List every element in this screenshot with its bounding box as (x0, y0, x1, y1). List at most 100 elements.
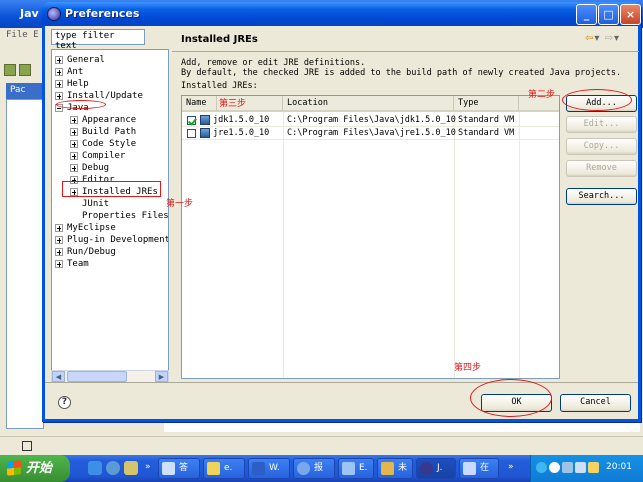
close-icon[interactable]: × (620, 4, 641, 25)
tree-item-label: Build Path (82, 127, 137, 137)
cancel-button[interactable]: Cancel (560, 394, 631, 412)
row-checkbox[interactable] (187, 129, 196, 138)
network-icon[interactable] (562, 462, 573, 473)
tree-item-compiler[interactable]: Compiler (70, 150, 125, 162)
search-button[interactable]: Search... (566, 188, 637, 205)
tray-icon[interactable] (549, 462, 560, 473)
taskbar-item[interactable]: E. (338, 458, 374, 479)
dropdown-icon[interactable]: ▾ (594, 33, 600, 44)
expand-icon[interactable] (70, 115, 78, 124)
tree-item-label: Help (67, 79, 89, 89)
window-icon (463, 462, 476, 475)
network-icon[interactable] (575, 462, 586, 473)
column-divider (519, 112, 520, 378)
expand-icon[interactable] (55, 235, 63, 244)
expand-icon[interactable] (55, 247, 63, 256)
messenger-icon[interactable] (106, 461, 120, 475)
tree-item-label: General (67, 55, 105, 65)
ie-icon[interactable] (88, 461, 102, 475)
row-name: jdk1.5.0_10 (213, 115, 270, 125)
background-package-tab[interactable]: Pac (6, 83, 44, 99)
row-checkbox[interactable] (187, 116, 196, 125)
row-type: Standard VM (458, 115, 515, 125)
copy-button[interactable]: Copy... (566, 138, 637, 155)
taskbar-chevron-icon[interactable]: » (508, 462, 514, 472)
quicklaunch-chevron-icon[interactable]: » (145, 462, 151, 472)
back-arrow-icon[interactable]: ⇦ (585, 33, 594, 44)
annotation-java-underline (56, 100, 106, 109)
eclipse-icon (47, 7, 61, 21)
tree-item-debug[interactable]: Debug (70, 162, 109, 174)
tree-item-properties-files[interactable]: Properties Files (82, 210, 169, 222)
jre-icon (200, 128, 210, 138)
taskbar-item[interactable]: 在 (459, 458, 499, 479)
tree-item-plugin-development[interactable]: Plug-in Development (55, 234, 168, 246)
volume-icon[interactable] (588, 462, 599, 473)
paint-icon (381, 462, 394, 475)
tree-item-general[interactable]: General (55, 54, 105, 66)
tree-item-label: Properties Files (82, 211, 169, 221)
expand-icon[interactable] (55, 91, 63, 100)
tree-item-label: Appearance (82, 115, 137, 125)
tree-item-label: Code Style (82, 139, 137, 149)
folder-icon[interactable] (124, 461, 138, 475)
tree-item-run-debug[interactable]: Run/Debug (55, 246, 116, 258)
remove-button[interactable]: Remove (566, 160, 637, 177)
scroll-thumb[interactable] (67, 371, 127, 382)
column-header-name[interactable]: Name (182, 96, 217, 112)
edit-button[interactable]: Edit... (566, 116, 637, 133)
annotation-installed-jres-box (62, 181, 161, 197)
expand-icon[interactable] (55, 55, 63, 64)
tree-item-label: Team (67, 259, 89, 269)
scroll-right-icon[interactable]: ▶ (155, 371, 168, 382)
expand-icon[interactable] (70, 151, 78, 160)
tree-item-label: Run/Debug (67, 247, 116, 257)
expand-icon[interactable] (55, 67, 63, 76)
scroll-left-icon[interactable]: ◀ (52, 371, 65, 382)
expand-icon[interactable] (55, 223, 63, 232)
folder-icon (207, 462, 220, 475)
expand-icon[interactable] (70, 139, 78, 148)
forward-arrow-icon[interactable]: ⇨ (605, 33, 614, 44)
column-header-location[interactable]: Location (283, 96, 454, 112)
background-package-panel (6, 99, 44, 429)
maximize-icon[interactable]: □ (598, 4, 619, 25)
clock[interactable]: 20:01 (606, 462, 632, 472)
background-menu[interactable]: File E (0, 30, 45, 44)
start-button[interactable]: 开始 (0, 455, 70, 482)
expand-icon[interactable] (55, 79, 63, 88)
dialog-titlebar[interactable]: Preferences _ □ × (42, 2, 641, 26)
tree-item-team[interactable]: Team (55, 258, 89, 270)
page-title: Installed JREs (181, 34, 258, 45)
help-icon[interactable]: ? (58, 396, 71, 409)
filter-input[interactable]: type filter text (51, 29, 145, 51)
tray-icon[interactable] (536, 462, 547, 473)
toolbar-icon[interactable] (4, 64, 16, 76)
dialog-title: Preferences (65, 7, 140, 20)
tree-item-label: Compiler (82, 151, 126, 161)
expand-icon[interactable] (70, 127, 78, 136)
expand-icon[interactable] (55, 259, 63, 268)
taskbar-item[interactable]: J. (416, 458, 456, 479)
tree-item-help[interactable]: Help (55, 78, 89, 90)
column-header-type[interactable]: Type (454, 96, 519, 112)
task-icon (162, 462, 175, 475)
tree-item-junit[interactable]: JUnit (82, 198, 109, 210)
annotation-step4: 第四步 (454, 363, 482, 373)
tree-item-label: Debug (82, 163, 110, 173)
installed-jres-label: Installed JREs: (181, 81, 258, 91)
taskbar-item[interactable]: e. (203, 458, 245, 479)
taskbar-item[interactable]: 未 (377, 458, 413, 479)
taskbar-item[interactable]: 答 (158, 458, 200, 479)
tree-item-ant[interactable]: Ant (55, 66, 83, 78)
minimize-icon[interactable]: _ (576, 4, 597, 25)
taskbar-item[interactable]: W. (248, 458, 290, 479)
tree-item-build-path[interactable]: Build Path (70, 126, 136, 138)
tree-item-appearance[interactable]: Appearance (70, 114, 136, 126)
toolbar-icon[interactable] (19, 64, 31, 76)
tree-item-code-style[interactable]: Code Style (70, 138, 136, 150)
dropdown-icon[interactable]: ▾ (614, 33, 620, 44)
taskbar-item[interactable]: 报 (293, 458, 335, 479)
tree-item-myeclipse[interactable]: MyEclipse (55, 222, 116, 234)
expand-icon[interactable] (70, 163, 78, 172)
